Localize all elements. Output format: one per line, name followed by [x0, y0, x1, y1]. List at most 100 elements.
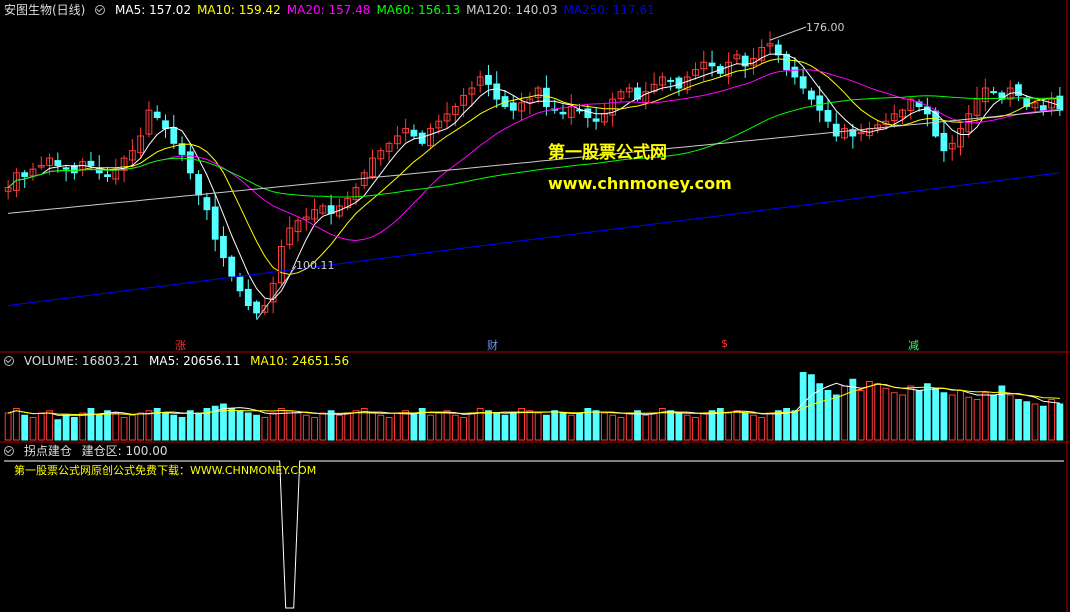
volume-ma5: MA5: 20656.11: [149, 354, 241, 368]
volume-bar: [774, 410, 782, 441]
candle-body: [244, 288, 252, 307]
candle-body: [62, 167, 70, 170]
volume-bar: [509, 412, 517, 441]
volume-bar: [551, 410, 559, 441]
volume-bar: [37, 412, 45, 441]
volume-bar: [128, 414, 136, 441]
low-price-label: 100.11: [296, 259, 335, 272]
volume-bar: [21, 414, 29, 441]
volume-bar: [393, 412, 401, 441]
indicator-title: 拐点建仓: [23, 444, 72, 458]
volume-bar: [567, 414, 575, 441]
stock-chart: [0, 0, 1070, 612]
volume-bar: [311, 417, 318, 441]
volume-bar: [402, 410, 410, 441]
volume-bar: [592, 410, 600, 441]
volume-bar: [228, 408, 236, 441]
candle-body: [203, 197, 211, 211]
candle-body: [667, 79, 675, 82]
volume-bar: [990, 394, 998, 441]
volume-bar: [634, 410, 641, 441]
volume-bar: [741, 412, 749, 441]
volume-bar: [120, 417, 128, 441]
volume-bar: [518, 408, 525, 441]
volume-bar: [13, 408, 20, 441]
candle-body: [592, 118, 600, 122]
volume-bar: [890, 392, 898, 441]
volume-bar: [1031, 403, 1039, 441]
volume-settings-circle-icon[interactable]: [4, 356, 14, 366]
candle-body: [509, 102, 517, 111]
volume-bar: [832, 394, 840, 441]
candle-body: [220, 236, 227, 259]
volume-bar: [269, 412, 277, 441]
volume-bar: [410, 412, 418, 441]
ma-legend: MA5: 157.02 MA10: 159.42 MA20: 157.48 MA60:…: [115, 3, 661, 17]
volume-bar: [1023, 401, 1031, 441]
volume-bar: [170, 414, 178, 441]
volume-bar: [791, 410, 799, 441]
volume-bar: [857, 390, 865, 441]
candle-body: [543, 87, 550, 107]
volume-bar: [923, 383, 931, 441]
volume-bar: [799, 372, 807, 441]
volume-bar: [940, 392, 948, 441]
volume-bar: [617, 417, 625, 441]
volume-bar: [882, 387, 890, 441]
volume-bar: [468, 412, 476, 441]
volume-bar: [1056, 403, 1064, 441]
ma-legend-item: MA5: 157.02: [115, 3, 192, 17]
volume-bar: [965, 396, 973, 441]
candle-body: [236, 276, 244, 292]
marker-jian: 减: [908, 339, 919, 352]
volume-bar: [750, 414, 757, 441]
candle-body: [824, 110, 832, 122]
settings-circle-icon[interactable]: [95, 5, 106, 15]
indicator-header: 拐点建仓 建仓区: 100.00: [4, 444, 174, 458]
volume-bar: [485, 410, 492, 441]
volume-bar: [766, 412, 774, 441]
low-pointer: [256, 265, 297, 321]
volume-bar: [932, 387, 940, 441]
volume-bar: [385, 417, 393, 441]
volume-bar: [54, 419, 62, 441]
volume-header: VOLUME: 16803.21 MA5: 20656.11 MA10: 246…: [4, 354, 355, 368]
volume-bar: [658, 408, 666, 441]
volume-ma10: MA10: 24651.56: [250, 354, 350, 368]
volume-bar: [4, 412, 12, 441]
volume-bar: [302, 414, 310, 441]
candle-body: [990, 91, 998, 94]
volume-bar: [642, 414, 650, 441]
candle-body: [21, 172, 29, 177]
volume-bar: [559, 412, 567, 441]
candle-body: [791, 66, 799, 78]
volume-bar: [95, 414, 103, 441]
candle-body: [410, 129, 418, 137]
volume-bar: [29, 417, 37, 441]
candle-body: [104, 174, 111, 177]
ma-line-ma5: [7, 53, 1061, 301]
volume-bar: [186, 410, 194, 441]
watermark-title: 第一股票公式网: [548, 143, 667, 163]
marker-dollar: $: [721, 337, 728, 350]
volume-bar: [1039, 405, 1047, 441]
volume-bar: [725, 412, 733, 441]
volume-bar: [899, 394, 906, 441]
candle-body: [54, 160, 62, 166]
candle-body: [228, 256, 236, 277]
candle-body: [774, 44, 782, 56]
volume-bar: [335, 414, 343, 441]
volume-bar: [543, 414, 550, 441]
candle-body: [783, 53, 790, 71]
volume-bar: [733, 410, 741, 441]
indicator-settings-circle-icon[interactable]: [4, 446, 14, 456]
volume-bar: [973, 399, 981, 441]
volume-bar: [915, 390, 923, 441]
volume-bar: [319, 412, 327, 441]
ma-line-ma20: [7, 69, 1060, 242]
ma-legend-item: MA10: 159.42: [197, 3, 281, 17]
ma-legend-item: MA20: 157.48: [286, 3, 371, 17]
indicator-note: 第一股票公式网原创公式免费下载：WWW.CHNMONEY.COM: [14, 464, 317, 477]
volume-bar: [576, 412, 583, 441]
watermark-url: www.chnmoney.com: [548, 174, 732, 193]
